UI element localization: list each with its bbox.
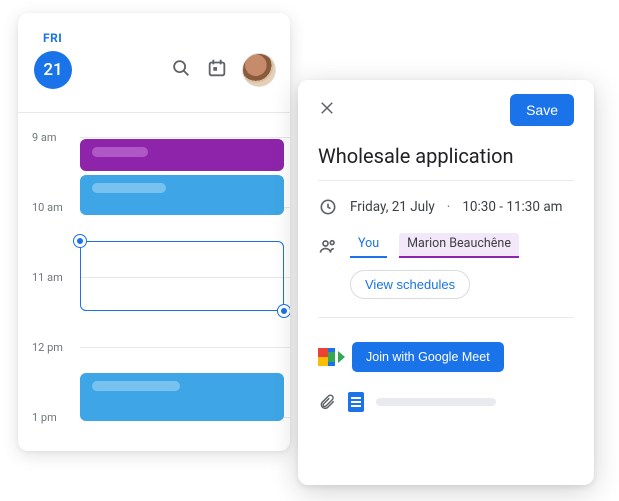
divider — [318, 180, 574, 181]
doc-icon[interactable] — [348, 392, 364, 412]
join-meet-button[interactable]: Join with Google Meet — [352, 342, 504, 372]
calendar-event[interactable] — [80, 373, 284, 421]
calendar-grid[interactable]: 9 am 10 am 11 am 12 pm 1 pm — [18, 113, 290, 451]
event-title-placeholder — [92, 147, 148, 157]
event-title-placeholder — [92, 381, 180, 391]
calendar-event[interactable] — [80, 139, 284, 171]
hour-label: 11 am — [32, 271, 80, 284]
participant-chip-you[interactable]: You — [350, 233, 387, 258]
google-meet-icon — [318, 348, 340, 366]
meet-row: Join with Google Meet — [318, 342, 574, 372]
slot-handle-start[interactable] — [74, 235, 86, 247]
hour-label: 9 am — [32, 131, 80, 144]
event-date: Friday, 21 July — [350, 199, 435, 215]
calendar-panel: FRI 21 9 am 10 am 11 am 12 pm 1 pm — [18, 13, 290, 451]
event-title-placeholder — [92, 183, 166, 193]
search-icon[interactable] — [170, 57, 192, 83]
hour-line — [80, 347, 290, 348]
hour-label: 1 pm — [32, 411, 80, 424]
event-time: 10:30 - 11:30 am — [462, 199, 562, 215]
today-icon[interactable] — [206, 57, 228, 83]
day-number-circle[interactable]: 21 — [34, 51, 72, 89]
calendar-header: FRI 21 — [18, 13, 290, 113]
people-icon — [318, 236, 338, 256]
calendar-event[interactable] — [80, 175, 284, 215]
clock-icon — [318, 197, 338, 217]
event-people-row: You Marion Beauchêne — [318, 233, 574, 258]
weekday-label: FRI — [32, 31, 92, 45]
detail-header: Save — [318, 94, 574, 126]
hour-label: 12 pm — [32, 341, 80, 354]
slot-handle-end[interactable] — [278, 305, 290, 317]
divider — [318, 317, 574, 318]
view-schedules-button[interactable]: View schedules — [350, 270, 470, 299]
new-event-slot[interactable] — [80, 241, 284, 311]
avatar[interactable] — [242, 53, 276, 87]
attachment-icon[interactable] — [318, 393, 336, 411]
event-title[interactable]: Wholesale application — [318, 144, 574, 168]
attachment-name-placeholder — [376, 398, 496, 406]
hour-label: 10 am — [32, 201, 80, 214]
date-indicator: FRI 21 — [32, 31, 92, 89]
attachment-row — [318, 392, 574, 412]
participant-chip-guest[interactable]: Marion Beauchêne — [399, 233, 519, 258]
event-time-row[interactable]: Friday, 21 July · 10:30 - 11:30 am — [318, 197, 574, 217]
separator-dot: · — [447, 199, 451, 215]
close-icon[interactable] — [318, 99, 336, 121]
save-button[interactable]: Save — [510, 94, 574, 126]
event-detail-panel: Save Wholesale application Friday, 21 Ju… — [298, 80, 594, 485]
hour-line — [80, 137, 290, 138]
calendar-header-tools — [170, 53, 276, 87]
